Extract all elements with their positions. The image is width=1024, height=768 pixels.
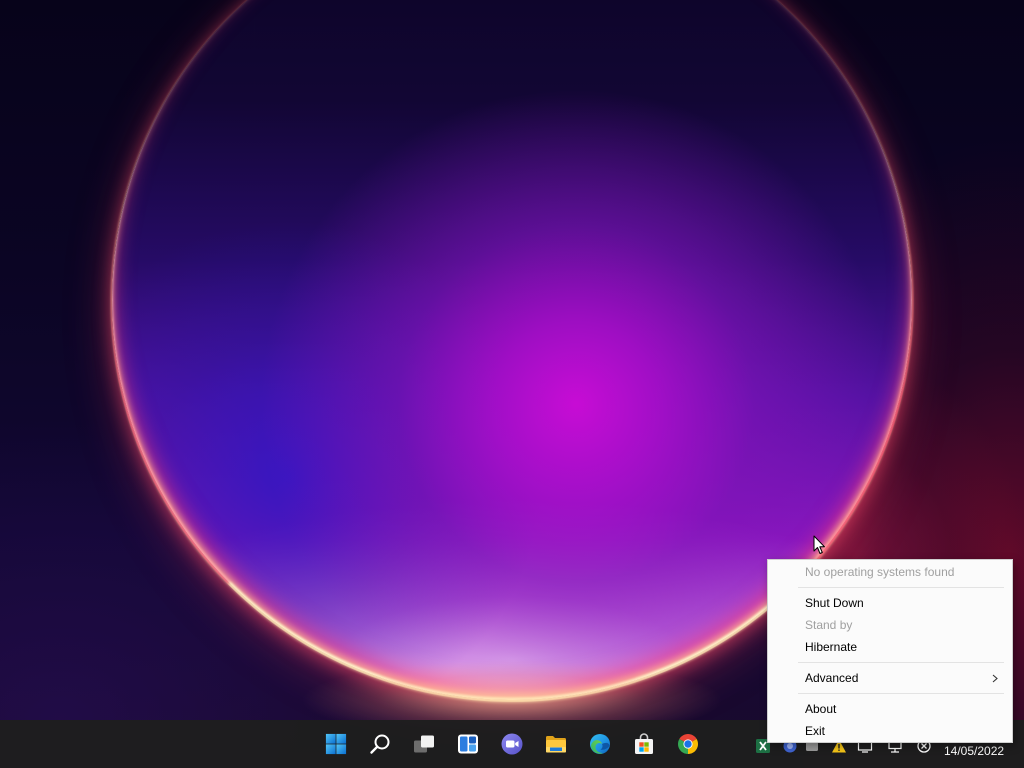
file-explorer-button[interactable] — [536, 724, 576, 764]
menu-item-no-operating-systems: No operating systems found — [768, 561, 1012, 583]
chrome-button[interactable] — [668, 724, 708, 764]
menu-item-exit[interactable]: Exit — [768, 720, 1012, 742]
chrome-icon[interactable] — [676, 732, 700, 756]
menu-item-label: No operating systems found — [805, 565, 955, 579]
menu-separator — [768, 583, 1012, 592]
search-button[interactable] — [360, 724, 400, 764]
edge-button[interactable] — [580, 724, 620, 764]
mouse-cursor-icon — [813, 535, 826, 555]
menu-item-label[interactable]: Exit — [805, 724, 825, 738]
menu-item-label[interactable]: Advanced — [805, 671, 858, 685]
task-view-button[interactable] — [404, 724, 444, 764]
file-explorer-icon[interactable] — [544, 732, 568, 756]
context-menu: No operating systems found Shut Down Sta… — [767, 559, 1013, 743]
chat-button[interactable] — [492, 724, 532, 764]
start-icon[interactable] — [325, 733, 347, 755]
menu-separator — [768, 689, 1012, 698]
search-icon[interactable] — [368, 732, 392, 756]
menu-item-label[interactable]: About — [805, 702, 836, 716]
menu-item-label[interactable]: Shut Down — [805, 596, 864, 610]
chevron-right-icon — [992, 674, 998, 683]
menu-item-label: Stand by — [805, 618, 853, 632]
widgets-icon[interactable] — [456, 732, 480, 756]
menu-item-stand-by: Stand by — [768, 614, 1012, 636]
menu-item-hibernate[interactable]: Hibernate — [768, 636, 1012, 658]
clock-date[interactable]: 14/05/2022 — [944, 744, 1004, 758]
edge-icon[interactable] — [588, 732, 612, 756]
store-icon[interactable] — [632, 732, 656, 756]
chat-icon[interactable] — [500, 732, 524, 756]
task-view-icon[interactable] — [412, 732, 436, 756]
menu-item-advanced[interactable]: Advanced — [768, 667, 1012, 689]
menu-item-label[interactable]: Hibernate — [805, 640, 857, 654]
menu-item-shut-down[interactable]: Shut Down — [768, 592, 1012, 614]
menu-separator — [768, 658, 1012, 667]
menu-item-about[interactable]: About — [768, 698, 1012, 720]
widgets-button[interactable] — [448, 724, 488, 764]
start-button[interactable] — [316, 724, 356, 764]
store-button[interactable] — [624, 724, 664, 764]
taskbar-pinned-apps — [316, 724, 708, 764]
desktop: 14/05/2022 No operating systems found Sh… — [0, 0, 1024, 768]
